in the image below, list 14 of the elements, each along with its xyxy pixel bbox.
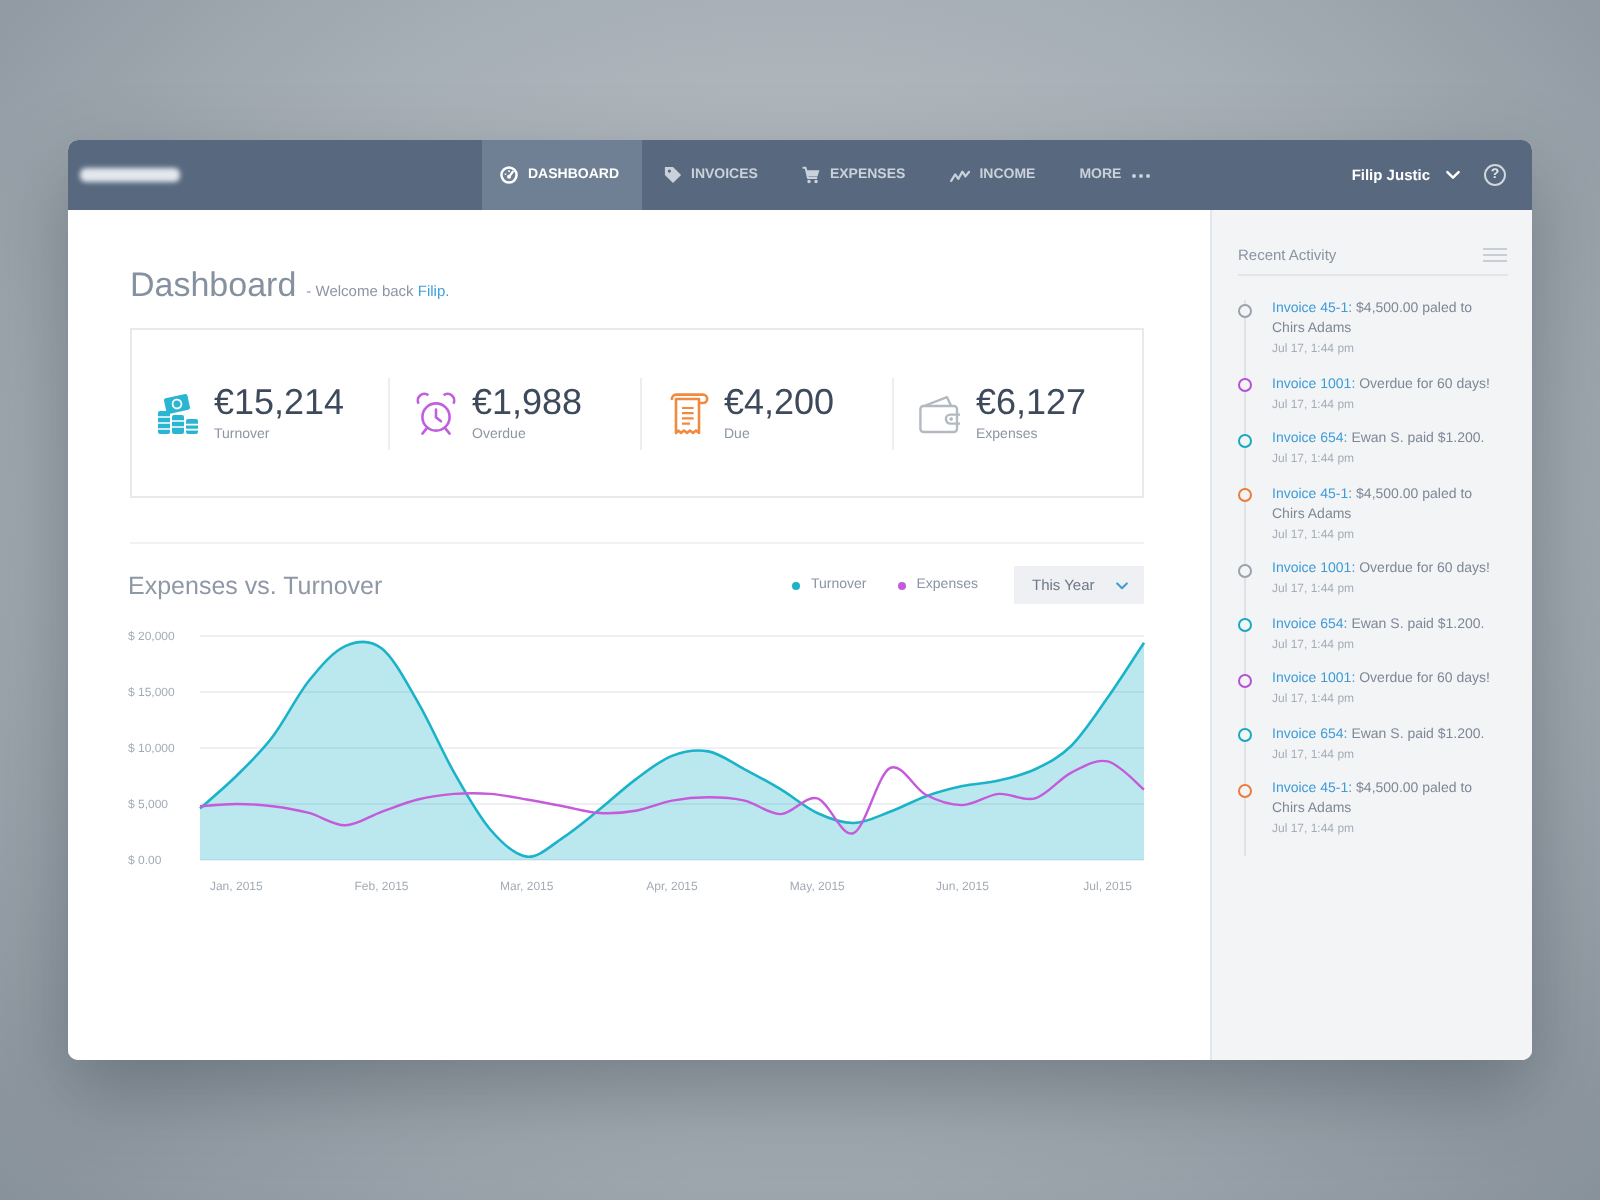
trend-line-icon <box>949 169 970 181</box>
page-title: Dashboard <box>130 266 297 306</box>
stat-value: €6,127 <box>976 384 1087 422</box>
stat-value: €4,200 <box>724 384 835 422</box>
gauge-icon <box>500 166 518 184</box>
tag-icon <box>663 166 681 184</box>
chart-title: Expenses vs. Turnover <box>128 571 383 599</box>
cart-icon <box>801 166 820 184</box>
stat-value: €15,214 <box>214 384 345 422</box>
stat-value: €1,988 <box>472 384 583 422</box>
chevron-down-icon <box>1116 581 1128 589</box>
menu-icon[interactable] <box>1482 247 1508 261</box>
blurred-logo[interactable] <box>80 168 180 182</box>
caret-icon <box>1446 170 1460 180</box>
